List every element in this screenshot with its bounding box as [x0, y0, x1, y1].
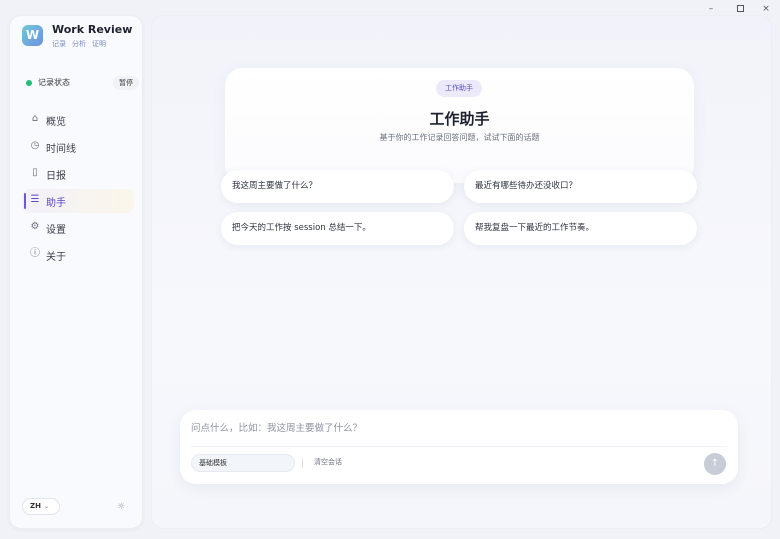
sidebar-item-timeline[interactable]: ◷ 时间线 — [22, 135, 134, 159]
arrow-up-icon: ↑ — [710, 458, 720, 469]
message-composer: 基础模板 清空会话 ↑ — [180, 410, 738, 484]
sidebar-item-label: 设置 — [46, 225, 66, 236]
assistant-tag: 工作助手 — [436, 80, 482, 97]
app-name: Work Review — [52, 23, 133, 36]
sidebar-item-settings[interactable]: ⚙ 设置 — [22, 216, 134, 240]
recording-status-dot — [26, 80, 32, 86]
app-logo: W — [22, 25, 43, 46]
clear-conversation-button[interactable]: 清空会话 — [314, 457, 342, 467]
maximize-icon — [736, 5, 744, 12]
sidebar-item-daily-report[interactable]: ▯ 日报 — [22, 162, 134, 186]
clock-icon: ◷ — [30, 140, 40, 151]
suggestion-chip[interactable]: 最近有哪些待办还没收口？ — [464, 170, 697, 203]
maximize-button[interactable] — [733, 3, 747, 15]
app-subtitle-item: 分析 — [72, 40, 86, 48]
template-select[interactable]: 基础模板 — [191, 454, 295, 472]
document-icon: ▯ — [32, 167, 38, 178]
sidebar-item-label: 日报 — [46, 171, 66, 182]
gear-icon: ⚙ — [30, 221, 40, 232]
app-subtitle-item: 证明 — [92, 40, 106, 48]
recording-status-label: 记录状态 — [38, 78, 70, 87]
recording-status: 记录状态 暂停 — [26, 76, 139, 90]
close-button[interactable]: × — [759, 3, 773, 15]
app-subtitle-item: 记录 — [52, 40, 66, 48]
suggestion-chip[interactable]: 帮我复盘一下最近的工作节奏。 — [464, 212, 697, 245]
toolbar-separator — [302, 458, 303, 468]
language-selector[interactable]: ZH ⌄ — [22, 498, 60, 515]
suggestion-chip[interactable]: 把今天的工作按 session 总结一下。 — [221, 212, 454, 245]
sidebar-item-label: 概览 — [46, 117, 66, 128]
send-button[interactable]: ↑ — [704, 453, 726, 475]
sidebar: W Work Review 记录 分析 证明 记录状态 暂停 ⌂ 概览 ◷ 时间线 … — [9, 15, 143, 529]
sidebar-item-overview[interactable]: ⌂ 概览 — [22, 108, 134, 132]
theme-toggle-icon[interactable]: ☼ — [116, 502, 126, 512]
page-title: 工作助手 — [429, 110, 490, 128]
suggestion-chip[interactable]: 我这周主要做了什么？ — [221, 170, 454, 203]
assistant-hero-card: 工作助手 工作助手 基于你的工作记录回答问题，试试下面的话题 — [225, 68, 694, 183]
sidebar-nav: ⌂ 概览 ◷ 时间线 ▯ 日报 ☰ 助手 ⚙ 设置 ⓘ 关于 — [22, 108, 134, 270]
pause-button[interactable]: 暂停 — [113, 76, 139, 90]
assistant-icon: ☰ — [30, 194, 40, 205]
composer-divider — [191, 446, 727, 447]
sidebar-item-label: 助手 — [46, 198, 66, 209]
sidebar-item-label: 关于 — [46, 252, 66, 263]
language-label: ZH — [30, 502, 41, 510]
sidebar-item-label: 时间线 — [46, 144, 76, 155]
chevron-down-icon: ⌄ — [43, 503, 49, 510]
info-icon: ⓘ — [30, 248, 40, 259]
minimize-button[interactable]: – — [704, 3, 718, 15]
main-content: 工作助手 工作助手 基于你的工作记录回答问题，试试下面的话题 我这周主要做了什么… — [151, 15, 772, 529]
sidebar-item-about[interactable]: ⓘ 关于 — [22, 243, 134, 267]
home-icon: ⌂ — [31, 113, 39, 124]
page-subtitle: 基于你的工作记录回答问题，试试下面的话题 — [379, 133, 540, 142]
sidebar-item-assistant[interactable]: ☰ 助手 — [22, 189, 134, 213]
message-input[interactable] — [191, 420, 711, 436]
app-subtitle: 记录 分析 证明 — [52, 39, 112, 49]
